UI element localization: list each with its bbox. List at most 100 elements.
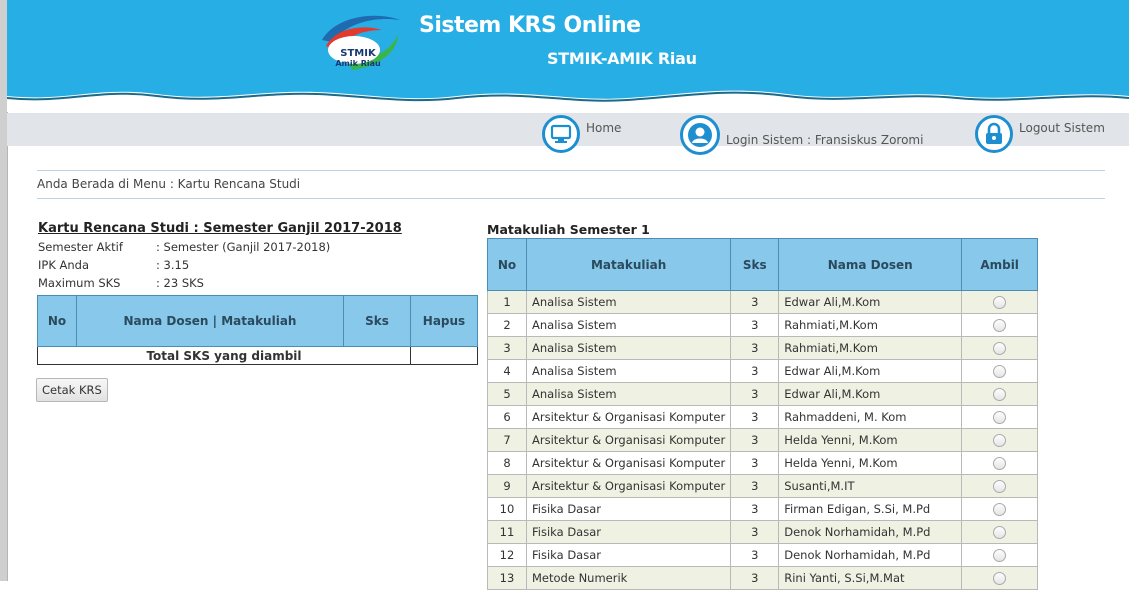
row-sks: 3	[730, 290, 780, 314]
row-matakuliah: Arsitektur & Organisasi Komputer	[525, 428, 732, 452]
row-matakuliah: Metode Numerik	[525, 566, 732, 590]
menu-home-label: Home	[586, 121, 622, 135]
col-sks: Sks	[343, 295, 411, 347]
row-sks: 3	[730, 382, 780, 406]
krs-title: Kartu Rencana Studi : Semester Ganjil 20…	[38, 221, 402, 236]
header-wave-decoration	[7, 90, 1129, 112]
menu-login[interactable]: Login Sistem : Fransiskus Zoromi	[680, 115, 923, 155]
table-row: 6 Arsitektur & Organisasi Komputer 3 Rahmad…	[487, 405, 1038, 429]
row-ambil	[961, 543, 1038, 567]
row-sks: 3	[730, 428, 780, 452]
ambil-radio[interactable]	[993, 342, 1007, 355]
menu-logout-label: Logout Sistem	[1019, 121, 1105, 135]
row-dosen: Rini Yanti, S.Si,M.Mat	[778, 566, 963, 590]
ambil-radio[interactable]	[993, 503, 1007, 516]
matakuliah-table: No Matakuliah Sks Nama Dosen Ambil 1 Anal…	[487, 238, 1038, 590]
ambil-radio[interactable]	[993, 572, 1007, 585]
stmik-logo: STMIK Amik Riau	[322, 15, 400, 70]
row-dosen: Rahmiati,M.Kom	[778, 336, 963, 360]
ambil-radio[interactable]	[993, 365, 1007, 378]
row-no: 3	[487, 336, 527, 360]
row-matakuliah: Analisa Sistem	[525, 359, 732, 383]
info-max-sks: Maximum SKS: 23 SKS	[38, 276, 204, 290]
ambil-radio[interactable]	[993, 457, 1007, 470]
ambil-radio[interactable]	[993, 480, 1007, 493]
logo-text-amik: Amik Riau	[335, 59, 381, 68]
row-no: 1	[487, 290, 527, 314]
ambil-radio[interactable]	[993, 319, 1007, 332]
ambil-radio[interactable]	[993, 526, 1007, 539]
table-row: 7 Arsitektur & Organisasi Komputer 3 Helda …	[487, 428, 1038, 452]
row-dosen: Helda Yenni, M.Kom	[778, 428, 963, 452]
row-sks: 3	[730, 497, 780, 521]
row-no: 9	[487, 474, 527, 498]
row-matakuliah: Arsitektur & Organisasi Komputer	[525, 405, 732, 429]
breadcrumb-top-divider	[37, 170, 1105, 171]
print-krs-button[interactable]: Cetak KRS	[36, 378, 108, 402]
info-ipk: IPK Anda: 3.15	[38, 258, 189, 272]
row-dosen: Edwar Ali,M.Kom	[778, 290, 963, 314]
table-row: 5 Analisa Sistem 3 Edwar Ali,M.Kom	[487, 382, 1038, 406]
ambil-radio[interactable]	[993, 388, 1007, 401]
col-dosen-matakuliah: Nama Dosen | Matakuliah	[76, 295, 344, 347]
row-matakuliah: Fisika Dasar	[525, 497, 732, 521]
user-icon	[680, 115, 720, 155]
row-sks: 3	[730, 359, 780, 383]
row-sks: 3	[730, 520, 780, 544]
row-dosen: Susanti,M.IT	[778, 474, 963, 498]
info-ipk-value: : 3.15	[156, 258, 190, 272]
row-ambil	[961, 566, 1038, 590]
row-ambil	[961, 290, 1038, 314]
info-semester-value: : Semester (Ganjil 2017-2018)	[156, 240, 331, 254]
row-sks: 3	[730, 405, 780, 429]
ambil-radio[interactable]	[993, 549, 1007, 562]
row-no: 2	[487, 313, 527, 337]
total-row: Total SKS yang diambil	[37, 346, 478, 365]
col-hapus: Hapus	[410, 295, 478, 347]
total-sks-value	[410, 346, 478, 365]
menu-logout[interactable]: Logout Sistem	[975, 115, 1105, 153]
row-dosen: Edwar Ali,M.Kom	[778, 382, 963, 406]
site-header: STMIK Amik Riau Sistem KRS Online STMIK-…	[7, 0, 1129, 112]
menu-home[interactable]: Home	[542, 115, 621, 153]
row-ambil	[961, 405, 1038, 429]
ambil-radio[interactable]	[993, 411, 1007, 424]
row-sks: 3	[730, 451, 780, 475]
table-row: 2 Analisa Sistem 3 Rahmiati,M.Kom	[487, 313, 1038, 337]
mk-col-no: No	[487, 238, 527, 291]
row-ambil	[961, 359, 1038, 383]
mk-col-matakuliah: Matakuliah	[525, 238, 732, 291]
row-matakuliah: Analisa Sistem	[525, 290, 732, 314]
row-dosen: Helda Yenni, M.Kom	[778, 451, 963, 475]
ambil-radio[interactable]	[993, 296, 1007, 309]
row-ambil	[961, 382, 1038, 406]
ambil-radio[interactable]	[993, 434, 1007, 447]
mk-col-ambil: Ambil	[961, 238, 1038, 291]
row-dosen: Rahmaddeni, M. Kom	[778, 405, 963, 429]
row-no: 6	[487, 405, 527, 429]
row-ambil	[961, 474, 1038, 498]
site-title: Sistem KRS Online	[419, 13, 641, 38]
row-matakuliah: Analisa Sistem	[525, 336, 732, 360]
row-matakuliah: Fisika Dasar	[525, 543, 732, 567]
row-ambil	[961, 313, 1038, 337]
table-row: 1 Analisa Sistem 3 Edwar Ali,M.Kom	[487, 290, 1038, 314]
row-ambil	[961, 451, 1038, 475]
breadcrumb-bottom-divider	[37, 198, 1105, 199]
info-semester-label: Semester Aktif	[38, 240, 123, 254]
logo-text-stmik: STMIK	[340, 48, 377, 59]
row-no: 7	[487, 428, 527, 452]
row-sks: 3	[730, 336, 780, 360]
mk-col-dosen: Nama Dosen	[778, 238, 963, 291]
site-subtitle: STMIK-AMIK Riau	[547, 49, 697, 68]
row-matakuliah: Analisa Sistem	[525, 382, 732, 406]
row-sks: 3	[730, 543, 780, 567]
table-row: 3 Analisa Sistem 3 Rahmiati,M.Kom	[487, 336, 1038, 360]
row-matakuliah: Fisika Dasar	[525, 520, 732, 544]
row-no: 4	[487, 359, 527, 383]
row-dosen: Edwar Ali,M.Kom	[778, 359, 963, 383]
col-no: No	[37, 295, 77, 347]
table-row: 10 Fisika Dasar 3 Firman Edigan, S.Si, M.Pd	[487, 497, 1038, 521]
row-sks: 3	[730, 313, 780, 337]
table-row: 12 Fisika Dasar 3 Denok Norhamidah, M.Pd	[487, 543, 1038, 567]
